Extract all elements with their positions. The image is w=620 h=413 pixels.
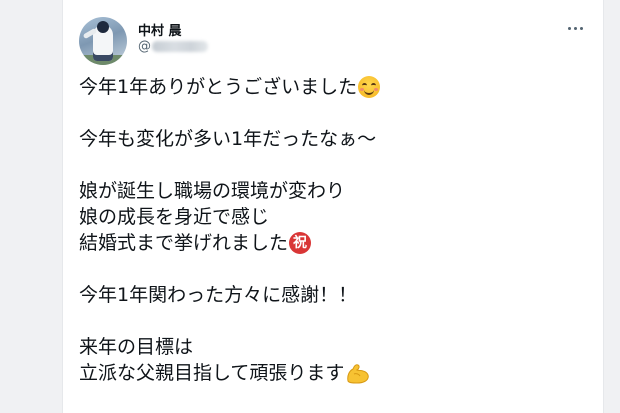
tweet-line-text: 結婚式まで挙げれました: [79, 232, 289, 254]
tweet-line: 結婚式まで挙げれました 祝: [79, 230, 587, 256]
tweet-line: 今年も変化が多い1年だったなぁ〜: [79, 126, 587, 152]
tweet-line: 来年の目標は: [79, 334, 587, 360]
more-dot: [579, 26, 583, 30]
avatar-head: [97, 21, 109, 33]
tweet-line-text: 来年の目標は: [79, 336, 194, 358]
tweet-line-text: 今年も変化が多い1年だったなぁ〜: [79, 128, 377, 150]
emoji-cheek: [374, 88, 379, 91]
tweet-body: 今年1年ありがとうございました 今年も変化が多い1年だったなぁ〜 娘が誕生し職場…: [79, 74, 587, 386]
avatar[interactable]: [79, 17, 127, 65]
smiling-face-emoji-icon: [358, 76, 381, 98]
tweet-line-text: 娘の成長を身近で感じ: [79, 206, 270, 228]
tweet-line: 今年1年関わった方々に感謝！！: [79, 282, 587, 308]
handle-at: @: [138, 39, 151, 54]
tweet-line-text: 今年1年ありがとうございました: [79, 76, 358, 98]
author-name[interactable]: 中村 晨: [138, 20, 182, 39]
more-options-icon[interactable]: [563, 16, 587, 40]
more-dot: [573, 26, 577, 30]
tweet-card: 中村 晨 @ 今年1年ありがとうございました 今年も変化が多い1年だったなぁ〜 …: [62, 0, 604, 413]
celebration-kanji-emoji-icon: 祝: [289, 232, 312, 254]
more-dot: [567, 26, 571, 30]
tweet-line-text: 立派な父親目指して頑張ります: [79, 362, 345, 384]
tweet-line: 娘が誕生し職場の環境が変わり: [79, 178, 587, 204]
handle-redacted: [152, 41, 208, 52]
flexed-biceps-emoji-icon: [345, 362, 371, 384]
author-handle[interactable]: @: [138, 39, 208, 54]
tweet-line-text: 今年1年関わった方々に感謝！！: [79, 284, 358, 306]
tweet-line: 今年1年ありがとうございました: [79, 74, 587, 100]
tweet-line: 立派な父親目指して頑張ります: [79, 360, 587, 386]
emoji-mouth: [364, 88, 375, 95]
tweet-line-text: 娘が誕生し職場の環境が変わり: [79, 180, 346, 202]
tweet-line: 娘の成長を身近で感じ: [79, 204, 587, 230]
